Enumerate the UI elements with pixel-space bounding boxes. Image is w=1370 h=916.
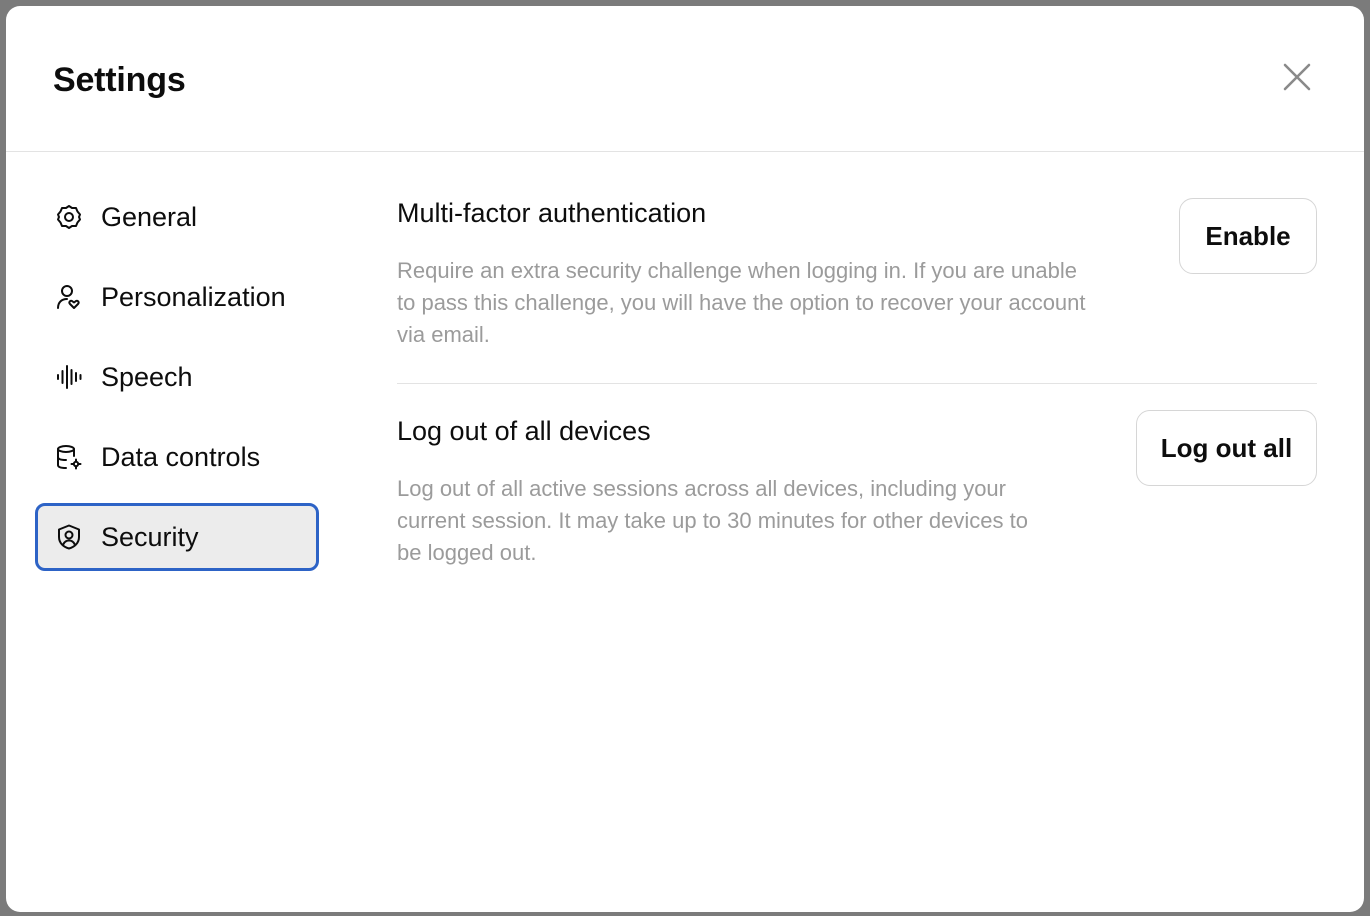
dialog-title: Settings <box>53 61 186 99</box>
gear-icon <box>55 203 83 231</box>
settings-dialog: Settings General Personalization Speech … <box>6 6 1364 912</box>
sidebar-item-data-controls[interactable]: Data controls <box>35 423 319 491</box>
logout-section: Log out of all devices Log out of all ac… <box>397 384 1317 569</box>
enable-mfa-button[interactable]: Enable <box>1179 198 1317 274</box>
mfa-section: Multi-factor authentication Require an e… <box>397 198 1317 384</box>
security-panel: Multi-factor authentication Require an e… <box>397 192 1317 569</box>
sidebar-item-general[interactable]: General <box>35 183 319 251</box>
settings-sidebar: General Personalization Speech Data cont… <box>35 183 319 583</box>
sidebar-item-label: Personalization <box>101 281 286 312</box>
dialog-header: Settings <box>6 6 1364 152</box>
sidebar-item-label: Speech <box>101 361 193 392</box>
person-heart-icon <box>55 283 83 311</box>
sidebar-item-label: Security <box>101 521 199 552</box>
close-button[interactable] <box>1280 60 1314 94</box>
log-out-all-button[interactable]: Log out all <box>1136 410 1317 486</box>
database-gear-icon <box>55 443 83 471</box>
shield-user-icon <box>55 523 83 551</box>
sidebar-item-label: General <box>101 201 198 232</box>
audio-waveform-icon <box>55 363 83 391</box>
sidebar-item-label: Data controls <box>101 441 261 472</box>
sidebar-item-speech[interactable]: Speech <box>35 343 319 411</box>
close-icon <box>1283 63 1311 91</box>
sidebar-item-security[interactable]: Security <box>35 503 319 571</box>
logout-description: Log out of all active sessions across al… <box>397 476 1028 565</box>
mfa-description: Require an extra security challenge when… <box>397 258 1086 347</box>
sidebar-item-personalization[interactable]: Personalization <box>35 263 319 331</box>
